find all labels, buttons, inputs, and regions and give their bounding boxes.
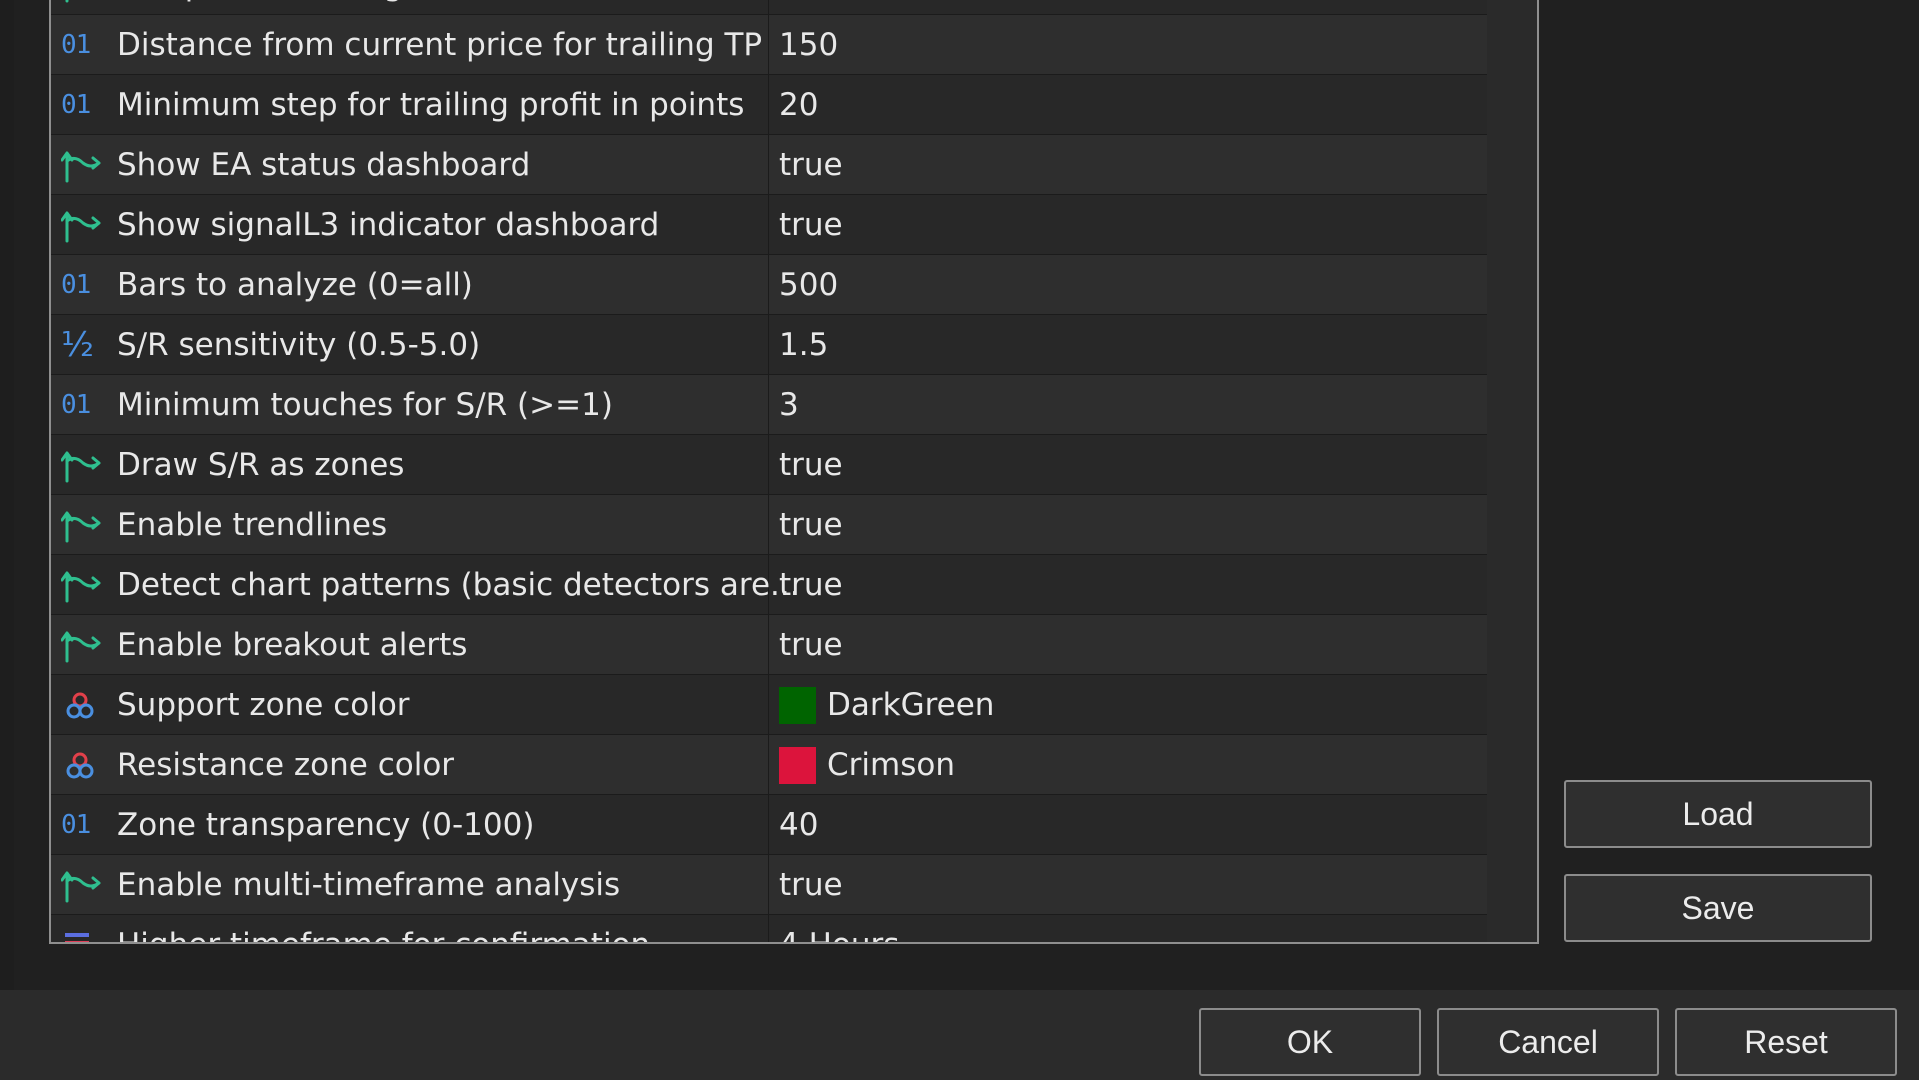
parameter-name: Support zone color — [117, 687, 410, 723]
parameter-name: Minimum touches for S/R (>=1) — [117, 387, 613, 423]
parameter-row[interactable]: 01 Minimum touches for S/R (>=1) 3 — [51, 375, 1487, 435]
parameter-name: Enable breakout alerts — [117, 627, 468, 663]
parameter-name: Enable multi-timeframe analysis — [117, 867, 621, 903]
parameter-value[interactable]: DarkGreen — [827, 675, 994, 735]
reset-button[interactable]: Reset — [1675, 1008, 1897, 1076]
parameter-row[interactable]: Detect chart patterns (basic detectors a… — [51, 555, 1487, 615]
color-icon — [61, 749, 103, 781]
number-icon: 01 — [61, 90, 91, 120]
parameter-name: Show EA status dashboard — [117, 147, 531, 183]
parameter-row[interactable]: 01 Minimum step for trailing profit in po… — [51, 75, 1487, 135]
parameter-name: Bars to analyze (0=all) — [117, 267, 473, 303]
number-icon: 01 — [61, 30, 91, 60]
parameter-value[interactable]: Crimson — [827, 735, 955, 795]
number-icon: 01 — [61, 270, 91, 300]
parameter-name: Zone transparency (0-100) — [117, 807, 535, 843]
parameter-name: Enable trendlines — [117, 507, 388, 543]
parameter-value[interactable]: true — [779, 555, 843, 615]
parameter-name: Detect chart patterns (basic detectors a… — [117, 567, 800, 603]
number-icon: 01 — [61, 390, 91, 420]
parameter-row[interactable]: Use partial closing true — [51, 0, 1487, 15]
parameter-row[interactable]: Show EA status dashboard true — [51, 135, 1487, 195]
parameter-row[interactable]: Resistance zone color Crimson — [51, 735, 1487, 795]
parameter-value[interactable]: true — [779, 435, 843, 495]
number-icon: 01 — [61, 810, 91, 840]
parameter-name: Draw S/R as zones — [117, 447, 405, 483]
input-parameters-dialog: Higher timeframe for confirmation 4 Hours… — [0, 0, 1919, 1080]
parameters-grid[interactable]: Higher timeframe for confirmation 4 Hours… — [49, 0, 1539, 944]
parameter-row[interactable]: 01 Zone transparency (0-100) 40 — [51, 795, 1487, 855]
parameter-name: Show signalL3 indicator dashboard — [117, 207, 660, 243]
parameter-value[interactable]: 3 — [779, 375, 799, 435]
enum-icon — [61, 929, 103, 942]
arrow-icon — [60, 209, 103, 243]
parameter-row[interactable]: Show signalL3 indicator dashboard true — [51, 195, 1487, 255]
parameter-value[interactable]: true — [779, 195, 843, 255]
parameter-row[interactable]: Enable multi-timeframe analysis true — [51, 855, 1487, 915]
parameter-value[interactable]: 20 — [779, 75, 818, 135]
ok-button[interactable]: OK — [1199, 1008, 1421, 1076]
parameter-value[interactable]: 150 — [779, 15, 838, 75]
parameter-name: Higher timeframe for confirmation — [117, 915, 650, 942]
color-swatch[interactable] — [779, 747, 816, 784]
window-edge — [0, 0, 14, 1080]
parameter-name: S/R sensitivity (0.5-5.0) — [117, 327, 481, 363]
parameter-name: Distance from current price for trailing… — [117, 27, 763, 63]
parameter-value[interactable]: 4 Hours — [779, 915, 899, 942]
parameter-row[interactable]: 01 Bars to analyze (0=all) 500 — [51, 255, 1487, 315]
parameter-row[interactable]: Enable breakout alerts true — [51, 615, 1487, 675]
parameter-row[interactable]: Draw S/R as zones true — [51, 435, 1487, 495]
parameter-name: Minimum step for trailing profit in poin… — [117, 87, 745, 123]
parameter-value[interactable]: true — [779, 855, 843, 915]
save-button[interactable]: Save — [1564, 874, 1872, 942]
arrow-icon — [60, 449, 103, 483]
parameter-row[interactable]: Enable trendlines true — [51, 495, 1487, 555]
color-icon — [61, 689, 103, 721]
color-swatch[interactable] — [779, 687, 816, 724]
arrow-icon — [61, 0, 103, 3]
fraction-icon: ½ — [61, 325, 94, 365]
parameter-row[interactable]: Support zone color DarkGreen — [51, 675, 1487, 735]
arrow-icon — [60, 569, 103, 603]
arrow-icon — [60, 869, 103, 903]
parameter-value[interactable]: true — [779, 615, 843, 675]
parameter-value[interactable]: 40 — [779, 795, 818, 855]
load-button[interactable]: Load — [1564, 780, 1872, 848]
parameter-value[interactable]: true — [779, 135, 843, 195]
arrow-icon — [60, 149, 103, 183]
parameter-row[interactable]: 01 Distance from current price for traili… — [51, 15, 1487, 75]
parameter-value[interactable]: 500 — [779, 255, 838, 315]
cancel-button[interactable]: Cancel — [1437, 1008, 1659, 1076]
parameter-row[interactable]: Higher timeframe for confirmation 4 Hours — [51, 915, 1487, 942]
arrow-icon — [60, 629, 103, 663]
parameter-name: Resistance zone color — [117, 747, 455, 783]
arrow-icon — [60, 509, 103, 543]
parameter-value[interactable]: true — [779, 495, 843, 555]
parameter-name: Use partial closing — [117, 0, 403, 15]
parameter-row[interactable]: ½ S/R sensitivity (0.5-5.0) 1.5 — [51, 315, 1487, 375]
parameter-value[interactable]: 1.5 — [779, 315, 828, 375]
parameter-value[interactable]: true — [779, 0, 843, 15]
